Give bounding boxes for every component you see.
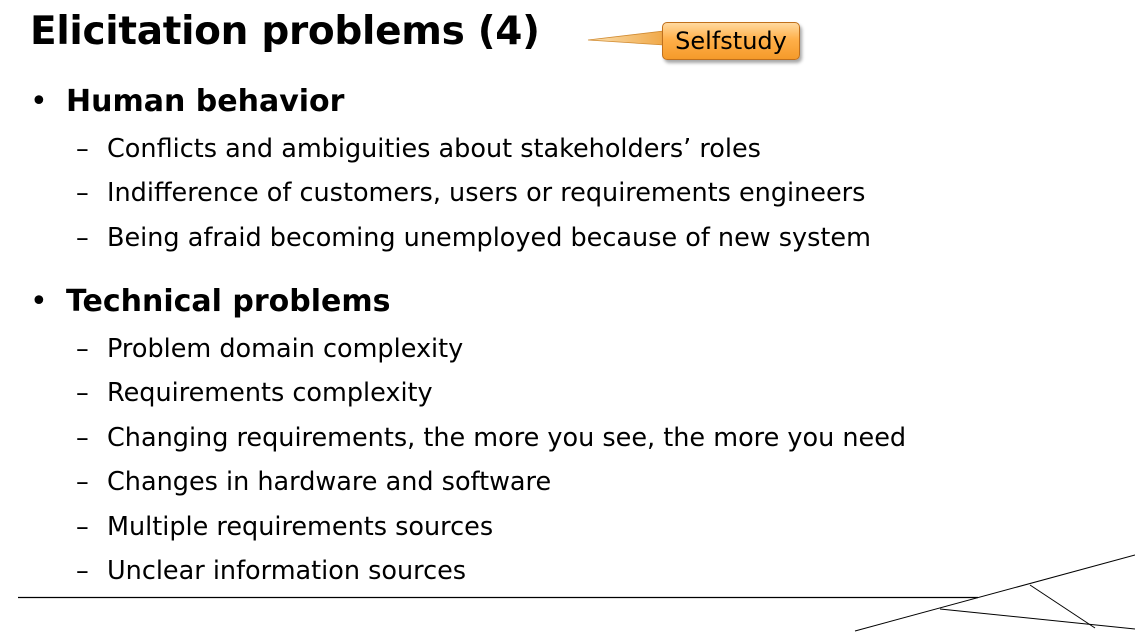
footer-decoration (18, 554, 1135, 632)
deco-line (854, 554, 1135, 632)
deco-line (939, 608, 1135, 630)
slide: Elicitation problems (4) Selfstudy • Huma… (0, 0, 1135, 632)
